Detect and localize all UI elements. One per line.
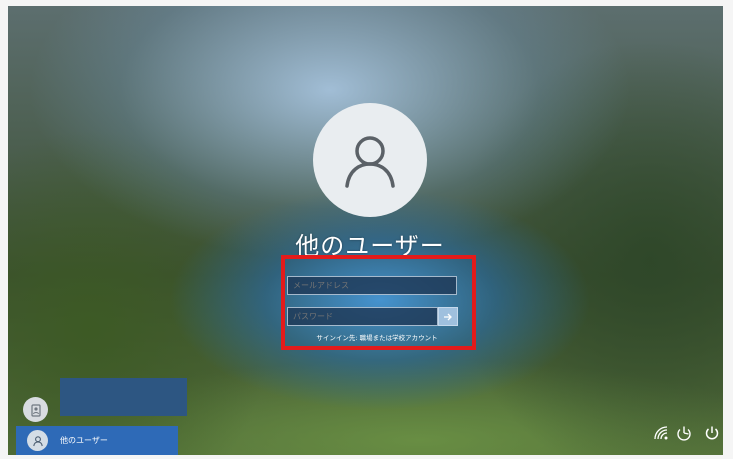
mini-avatar (27, 430, 48, 451)
redacted-account (60, 378, 187, 416)
account-item[interactable] (23, 397, 48, 422)
account-item-label: 他のユーザー (60, 436, 108, 445)
user-avatar (313, 103, 427, 217)
network-button[interactable] (652, 424, 670, 442)
network-icon (654, 426, 668, 440)
highlight-box (281, 255, 476, 350)
ease-of-access-icon (677, 426, 691, 441)
person-icon (345, 136, 395, 188)
accessibility-button[interactable] (675, 424, 693, 442)
power-button[interactable] (703, 424, 721, 442)
id-badge-icon (30, 403, 41, 417)
account-item-other-user[interactable]: 他のユーザー (16, 426, 178, 455)
power-icon (705, 426, 719, 440)
person-icon (32, 435, 43, 446)
